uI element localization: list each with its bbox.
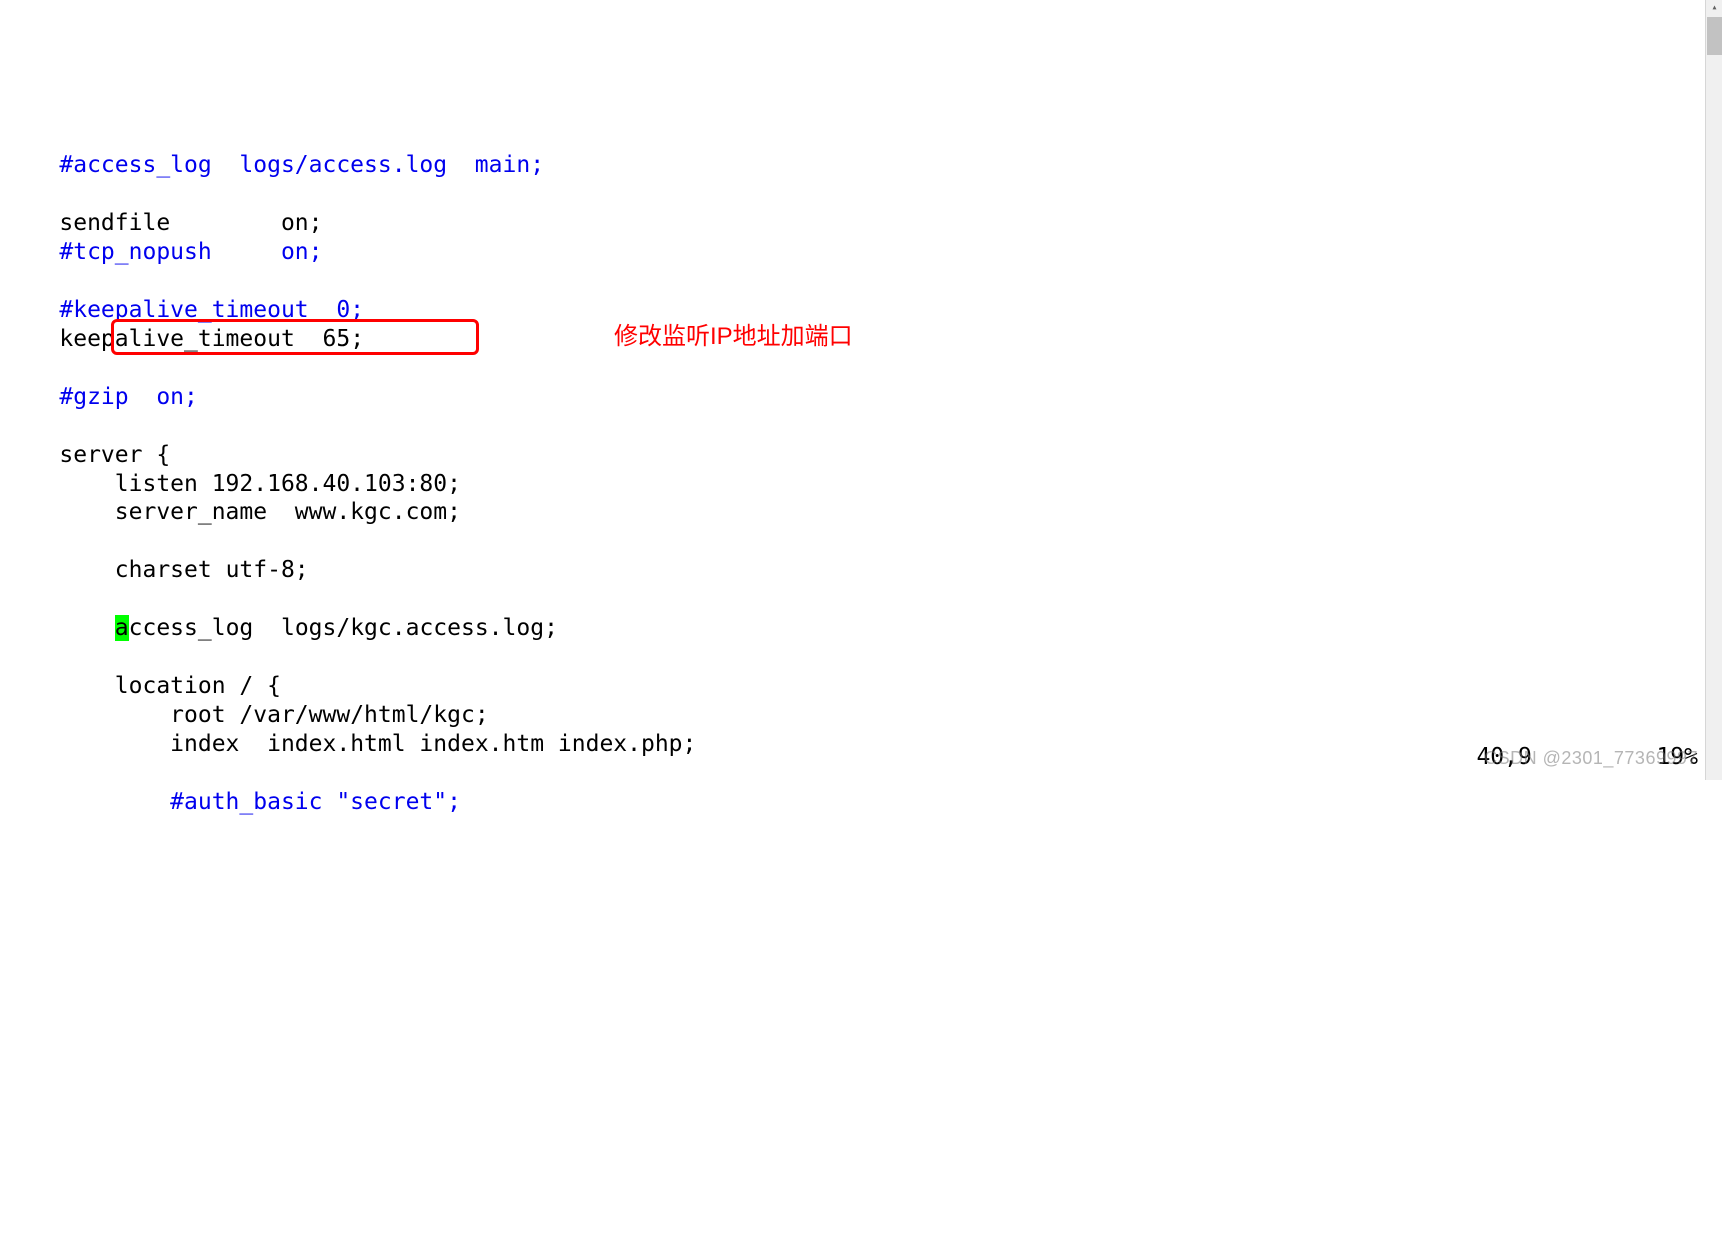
vertical-scrollbar[interactable]: ▴ [1705,0,1722,780]
config-comment: #access_log logs/access.log main; [4,152,544,178]
scrollbar-thumb[interactable] [1707,17,1722,55]
config-line-listen: listen 192.168.40.103:80; [4,471,461,497]
watermark-text: CSDN @2301_77369997 [1484,747,1698,770]
config-line-sendfile: sendfile on; [4,210,323,236]
scroll-up-arrow[interactable]: ▴ [1706,0,1722,17]
config-comment: #auth_basic "secret"; [4,789,461,815]
editor-viewport[interactable]: #access_log logs/access.log main; sendfi… [0,116,1722,817]
config-line-keepalive: keepalive_timeout 65; [4,326,364,352]
config-line-charset: charset utf-8; [4,557,309,583]
config-line-server: server { [4,442,170,468]
config-line-root: root /var/www/html/kgc; [4,702,489,728]
config-line-accesslog: access_log logs/kgc.access.log; [4,615,558,641]
cursor-position: a [115,615,129,641]
config-line-index: index index.html index.htm index.php; [4,731,696,757]
config-comment: #gzip on; [4,384,198,410]
config-comment: #tcp_nopush on; [4,239,323,265]
config-line-location: location / { [4,673,281,699]
config-line-servername: server_name www.kgc.com; [4,499,461,525]
config-comment: #keepalive_timeout 0; [4,297,364,323]
